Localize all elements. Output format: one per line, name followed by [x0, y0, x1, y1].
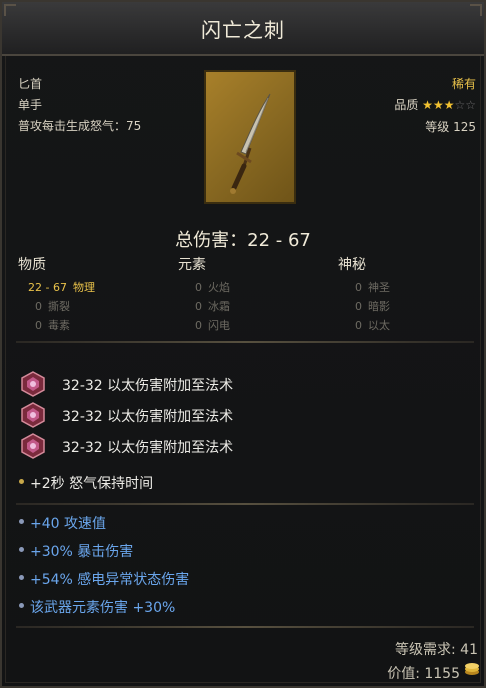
rarity-label: 稀有 — [451, 77, 476, 91]
dagger-icon — [230, 93, 271, 194]
star-filled-icon: ★ — [432, 98, 444, 112]
quality-label: 品质 — [394, 98, 419, 112]
bonus-stat: +54% 感电异常状态伤害 — [30, 572, 190, 588]
gem-affix: 32-32 以太伤害附加至法术 — [62, 378, 234, 394]
damage-value: 0 — [355, 319, 362, 332]
damage-value: 0 — [195, 319, 202, 332]
damage-type-label: 火焰 — [208, 281, 230, 294]
bonus-stat: +40 攻速值 — [30, 516, 106, 532]
item-name: 闪亡之刺 — [201, 17, 285, 42]
damage-type-label: 冰霜 — [208, 300, 230, 313]
star-filled-icon: ★ — [443, 98, 455, 112]
base-stat: +2秒 怒气保持时间 — [30, 476, 154, 492]
damage-value: 0 — [35, 319, 42, 332]
damage-column-title: 物质 — [18, 257, 46, 273]
quality-row: 品质 ★★★☆☆ — [394, 96, 476, 113]
gem-affix: 32-32 以太伤害附加至法术 — [62, 409, 234, 425]
damage-type-label: 闪电 — [208, 319, 230, 332]
damage-entry: 0 冰霜 — [186, 298, 230, 314]
damage-entry: 0 撕裂 — [26, 298, 70, 314]
damage-entry: 0 火焰 — [186, 279, 230, 295]
bullet-dot-icon — [19, 547, 24, 552]
level-requirement: 等级需求: 41 — [395, 642, 478, 658]
bullet-dot-icon — [19, 519, 24, 524]
item-value: 价值: 1155 — [387, 666, 460, 682]
item-level: 等级 125 — [425, 120, 476, 134]
damage-entry: 0 闪电 — [186, 317, 230, 333]
total-damage: 总伤害：22 - 67 — [175, 230, 311, 251]
star-empty-icon: ☆ — [465, 98, 476, 112]
item-type: 匕首 — [18, 77, 43, 91]
damage-value: 0 — [195, 300, 202, 313]
damage-value: 0 — [35, 300, 42, 313]
corner-ornament — [470, 4, 482, 16]
damage-value: 0 — [355, 300, 362, 313]
title-bar: 闪亡之刺 — [2, 2, 484, 56]
damage-entry: 0 神圣 — [346, 279, 390, 295]
ether-gem-icon — [21, 402, 45, 428]
bonus-stat: +30% 暴击伤害 — [30, 544, 134, 560]
bullet-dot-icon — [19, 575, 24, 580]
divider — [16, 626, 474, 628]
item-hand: 单手 — [18, 98, 43, 112]
damage-value: 22 - 67 — [28, 281, 67, 294]
damage-value: 0 — [355, 281, 362, 294]
damage-type-label: 毒素 — [48, 319, 70, 332]
star-filled-icon: ★ — [422, 98, 433, 112]
divider — [16, 503, 474, 505]
quality-stars: ★★★☆☆ — [422, 98, 476, 112]
damage-type-label: 暗影 — [368, 300, 390, 313]
rage-generation: 普攻每击生成怒气：75 — [18, 119, 142, 133]
corner-ornament — [4, 4, 16, 16]
damage-value: 0 — [195, 281, 202, 294]
damage-column-title: 元素 — [178, 257, 206, 273]
bullet-dot-icon — [19, 479, 24, 484]
damage-type-label: 撕裂 — [48, 300, 70, 313]
damage-type-label: 以太 — [368, 319, 390, 332]
ether-gem-icon — [21, 433, 45, 459]
damage-column-title: 神秘 — [338, 257, 366, 273]
damage-type-label: 神圣 — [368, 281, 390, 294]
bonus-stat: 该武器元素伤害 +30% — [30, 600, 176, 616]
damage-entry: 0 毒素 — [26, 317, 70, 333]
damage-type-label: 物理 — [72, 281, 95, 294]
item-tooltip: 闪亡之刺 匕首 单手 普攻每击生成怒气：75 稀有 品质 ★★★☆☆ 等级 12… — [0, 0, 486, 688]
divider — [16, 341, 474, 343]
item-portrait — [204, 70, 296, 204]
ether-gem-icon — [21, 371, 45, 397]
star-empty-icon: ☆ — [454, 98, 466, 112]
bullet-dot-icon — [19, 603, 24, 608]
damage-entry: 0 暗影 — [346, 298, 390, 314]
gem-affix: 32-32 以太伤害附加至法术 — [62, 440, 234, 456]
damage-entry: 22 - 67 物理 — [28, 279, 95, 295]
damage-entry: 0 以太 — [346, 317, 390, 333]
gold-coins-icon — [465, 663, 479, 675]
